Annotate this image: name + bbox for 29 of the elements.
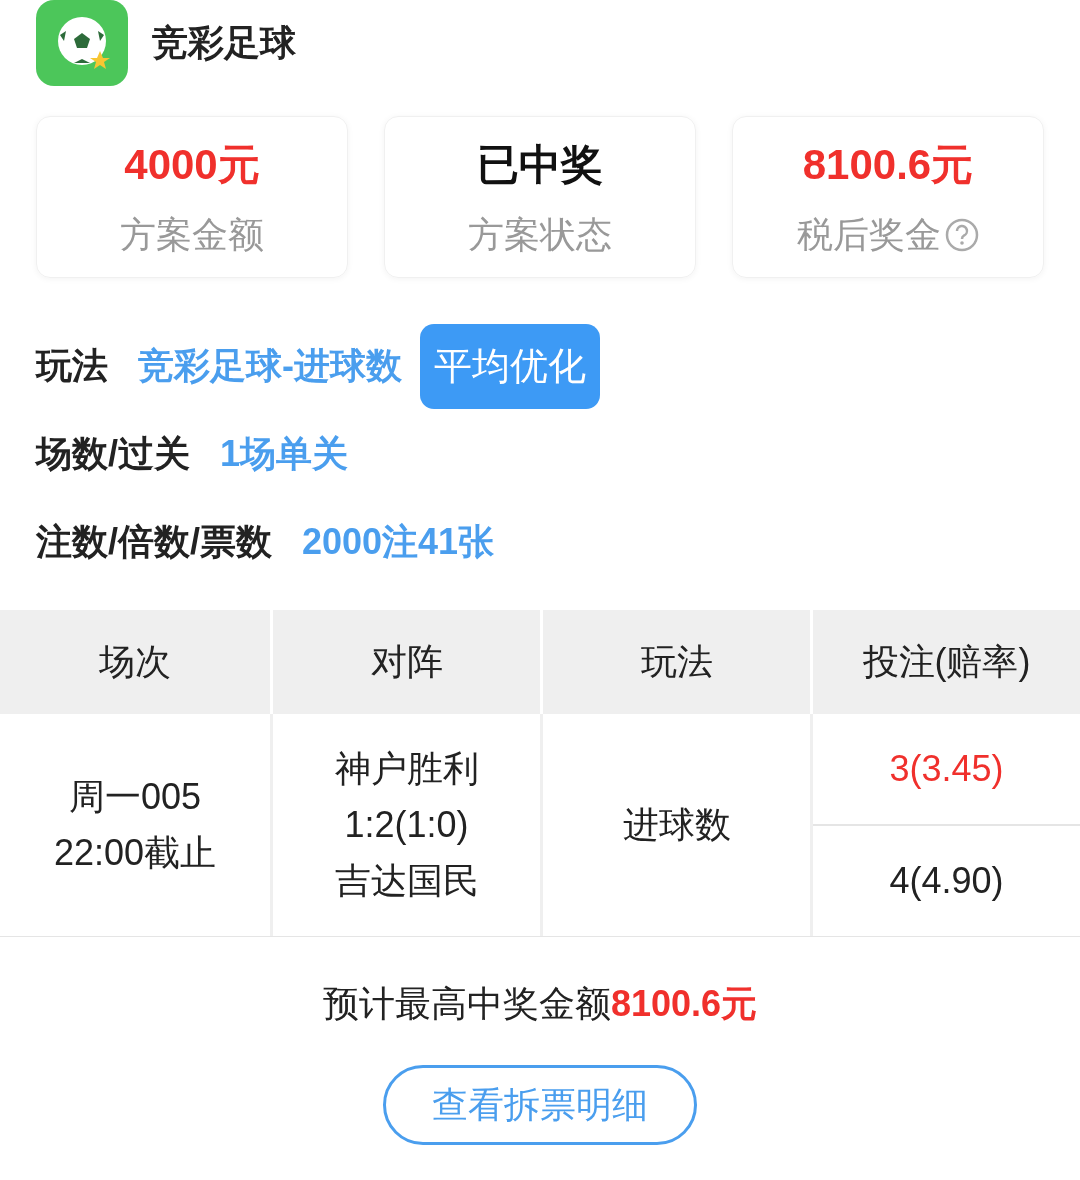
ticket-details-button[interactable]: 查看拆票明细 — [383, 1065, 697, 1145]
info-label: 场数/过关 — [36, 432, 190, 476]
summary-value: 4000元 — [124, 139, 260, 190]
score-text: 1:2(1:0) — [344, 803, 469, 847]
info-value: 1场单关 — [220, 432, 349, 476]
deadline-text: 22:00截止 — [53, 831, 217, 875]
match-number: 周一005 — [68, 775, 202, 819]
info-value: 竞彩足球-进球数 — [138, 344, 402, 388]
column-header: 场次 — [98, 640, 172, 684]
bet-option: 3(3.45) — [813, 714, 1080, 824]
summary-value: 8100.6元 — [802, 139, 974, 190]
bet-option: 4(4.90) — [813, 824, 1080, 936]
home-team: 神户胜利 — [334, 747, 479, 791]
summary-value: 已中奖 — [477, 139, 603, 190]
optimization-badge: 平均优化 — [420, 323, 600, 409]
away-team: 吉达国民 — [334, 859, 479, 903]
column-header: 玩法 — [540, 610, 810, 714]
column-header: 对阵 — [270, 610, 540, 714]
play-cell: 进球数 — [540, 714, 810, 936]
summary-label: 税后奖金 — [797, 212, 941, 257]
column-header: 投注(赔率) — [810, 610, 1080, 714]
app-title: 竞彩足球 — [152, 21, 296, 65]
help-icon[interactable] — [945, 217, 979, 252]
summary-label: 方案金额 — [120, 212, 264, 257]
info-label: 注数/倍数/票数 — [36, 520, 272, 564]
max-prize-text: 预计最高中奖金额8100.6元 — [322, 982, 758, 1026]
info-value: 2000注41张 — [302, 520, 495, 564]
summary-label: 方案状态 — [468, 212, 612, 257]
info-label: 玩法 — [36, 344, 108, 388]
